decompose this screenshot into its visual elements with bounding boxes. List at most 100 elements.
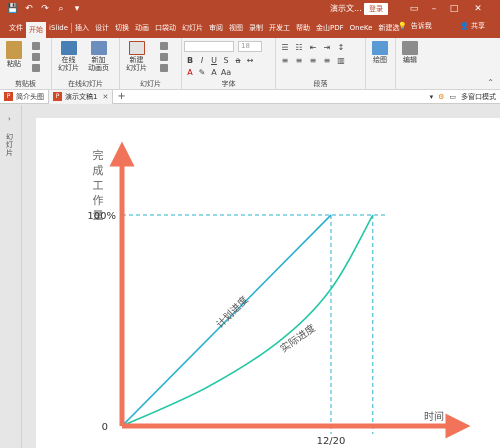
new-anim-page-button[interactable]: 新加 动画页 bbox=[88, 41, 109, 72]
bullets-icon[interactable]: ☰ bbox=[280, 42, 290, 52]
columns-icon[interactable]: ▥ bbox=[336, 55, 346, 65]
redo-icon[interactable]: ↷ bbox=[38, 2, 52, 16]
title-bar: 💾 ↶ ↷ ⌕ ▾ 演示文... 登录 ▭ – □ ✕ bbox=[0, 0, 500, 18]
expand-pane-icon[interactable]: › bbox=[8, 115, 11, 123]
close-tab-icon[interactable]: ✕ bbox=[102, 93, 108, 101]
paste-button[interactable]: 粘贴 bbox=[6, 41, 22, 68]
share-button[interactable]: 👤 共享 bbox=[460, 21, 485, 31]
person-icon: 👤 bbox=[460, 22, 469, 30]
ribbon-display-icon[interactable]: ▭ bbox=[408, 2, 420, 16]
tab-transitions[interactable]: 切换 bbox=[112, 20, 132, 36]
doc-tab-presentation1[interactable]: P 演示文稿1 ✕ bbox=[48, 89, 114, 104]
minimize-icon[interactable]: – bbox=[428, 2, 440, 16]
drawing-group: 绘图 bbox=[366, 38, 396, 90]
tab-record[interactable]: 录制 bbox=[246, 20, 266, 36]
numbering-icon[interactable]: ☷ bbox=[294, 42, 304, 52]
editing-button[interactable]: 编辑 bbox=[402, 41, 418, 64]
layout-icon[interactable] bbox=[160, 42, 168, 50]
align-left-icon[interactable]: ≡ bbox=[280, 55, 290, 65]
reset-icon[interactable] bbox=[160, 53, 168, 61]
tab-home[interactable]: 开始 bbox=[26, 22, 46, 38]
italic-icon[interactable]: I bbox=[197, 55, 207, 65]
x-tick-label: 12/20 bbox=[317, 436, 346, 447]
strikethrough-icon[interactable]: a bbox=[233, 55, 243, 65]
tab-insert[interactable]: 插入 bbox=[72, 20, 92, 36]
shapes-icon bbox=[372, 41, 388, 55]
line-spacing-icon[interactable]: ↕ bbox=[336, 42, 346, 52]
powerpoint-icon: P bbox=[4, 92, 13, 101]
tab-review[interactable]: 审阅 bbox=[206, 20, 226, 36]
login-button[interactable]: 登录 bbox=[364, 3, 388, 15]
actual-progress-curve bbox=[121, 214, 374, 427]
tab-help[interactable]: 帮助 bbox=[293, 20, 313, 36]
copy-icon[interactable] bbox=[32, 53, 40, 61]
font-size-input[interactable]: 18 bbox=[238, 41, 262, 52]
settings-icon[interactable]: ⚙ bbox=[438, 93, 444, 101]
y-axis-label-char: 作 bbox=[93, 194, 104, 207]
tab-design[interactable]: 设计 bbox=[92, 20, 112, 36]
tab-pocket-anim[interactable]: 口袋动 bbox=[152, 20, 179, 36]
tab-list-icon[interactable]: ▾ bbox=[430, 93, 434, 101]
drawing-button[interactable]: 绘图 bbox=[372, 41, 388, 64]
save-icon[interactable]: 💾 bbox=[6, 2, 20, 16]
tab-file[interactable]: 文件 bbox=[6, 20, 26, 36]
y-axis-label-char: 成 bbox=[93, 164, 104, 177]
slides-pane-label: 幻灯片 bbox=[6, 133, 13, 157]
guide-lines bbox=[122, 214, 388, 434]
y-tick-label: 100% bbox=[87, 211, 116, 222]
new-slide-button[interactable]: 新建 幻灯片 bbox=[126, 41, 147, 72]
multi-window-mode[interactable]: 多窗口模式 bbox=[461, 92, 496, 102]
online-slides-button[interactable]: 在线 幻灯片 bbox=[58, 41, 79, 72]
font-group: 18 B I U S a ↔ A ✎ A Aa 字体 bbox=[182, 38, 276, 90]
collapse-ribbon-icon[interactable]: ⌃ bbox=[487, 78, 494, 87]
editing-group: 编辑 bbox=[396, 38, 426, 90]
change-case-icon[interactable]: Aa bbox=[221, 67, 231, 77]
maximize-icon[interactable]: □ bbox=[448, 2, 460, 16]
tab-animations[interactable]: 动画 bbox=[132, 20, 152, 36]
close-window-icon[interactable]: ✕ bbox=[472, 2, 484, 16]
tell-me[interactable]: 💡 告诉我 bbox=[398, 21, 432, 31]
paste-icon bbox=[6, 41, 22, 59]
online-slides-group: 在线 幻灯片 新加 动画页 在线幻灯片 bbox=[52, 38, 120, 90]
align-right-icon[interactable]: ≡ bbox=[308, 55, 318, 65]
y-axis-label-char: 工 bbox=[93, 179, 104, 192]
powerpoint-icon: P bbox=[53, 92, 62, 101]
decrease-indent-icon[interactable]: ⇤ bbox=[308, 42, 318, 52]
slides-pane: › 幻灯片 bbox=[0, 105, 22, 448]
tab-developer[interactable]: 开发工 bbox=[266, 20, 293, 36]
tab-onekey[interactable]: OneKe bbox=[347, 20, 376, 36]
slides-group: 新建 幻灯片 幻灯片 bbox=[120, 38, 182, 90]
shadow-icon[interactable]: S bbox=[221, 55, 231, 65]
increase-indent-icon[interactable]: ⇥ bbox=[322, 42, 332, 52]
undo-icon[interactable]: ↶ bbox=[22, 2, 36, 16]
font-name-input[interactable] bbox=[184, 41, 234, 52]
tab-view[interactable]: 视图 bbox=[226, 20, 246, 36]
customize-icon[interactable]: ▾ bbox=[70, 2, 84, 16]
plan-progress-label: 计划进度 bbox=[213, 293, 250, 330]
section-icon[interactable] bbox=[160, 64, 168, 72]
bold-icon[interactable]: B bbox=[185, 55, 195, 65]
tab-islide[interactable]: iSlide bbox=[46, 20, 71, 36]
justify-icon[interactable]: ≡ bbox=[322, 55, 332, 65]
new-anim-page-icon bbox=[90, 41, 107, 55]
axes-group bbox=[109, 141, 471, 439]
format-painter-icon[interactable]: ⌕ bbox=[54, 2, 68, 16]
grow-font-icon[interactable]: A bbox=[209, 67, 219, 77]
slide-canvas[interactable]: 计划进度 实际进度完成工作量时间 0 100% 12/20 bbox=[36, 118, 500, 448]
format-brush-icon[interactable] bbox=[32, 64, 40, 72]
window-icon[interactable]: ▭ bbox=[449, 93, 456, 101]
tab-kingsoft-pdf[interactable]: 金山PDF bbox=[313, 20, 347, 36]
underline-icon[interactable]: U bbox=[209, 55, 219, 65]
cut-icon[interactable] bbox=[32, 42, 40, 50]
tab-slideshow[interactable]: 幻灯片 bbox=[179, 20, 206, 36]
highlight-icon[interactable]: ✎ bbox=[197, 67, 207, 77]
document-title: 演示文... bbox=[330, 4, 362, 13]
font-color-icon[interactable]: A bbox=[185, 67, 195, 77]
align-center-icon[interactable]: ≡ bbox=[294, 55, 304, 65]
new-tab-button[interactable]: + bbox=[113, 91, 129, 102]
clipboard-group: 粘贴 剪贴板 bbox=[0, 38, 52, 90]
doc-tab-intro[interactable]: P 简介头图 bbox=[0, 90, 48, 104]
char-spacing-icon[interactable]: ↔ bbox=[245, 55, 255, 65]
series-group bbox=[121, 214, 374, 427]
new-slide-icon bbox=[128, 41, 145, 55]
